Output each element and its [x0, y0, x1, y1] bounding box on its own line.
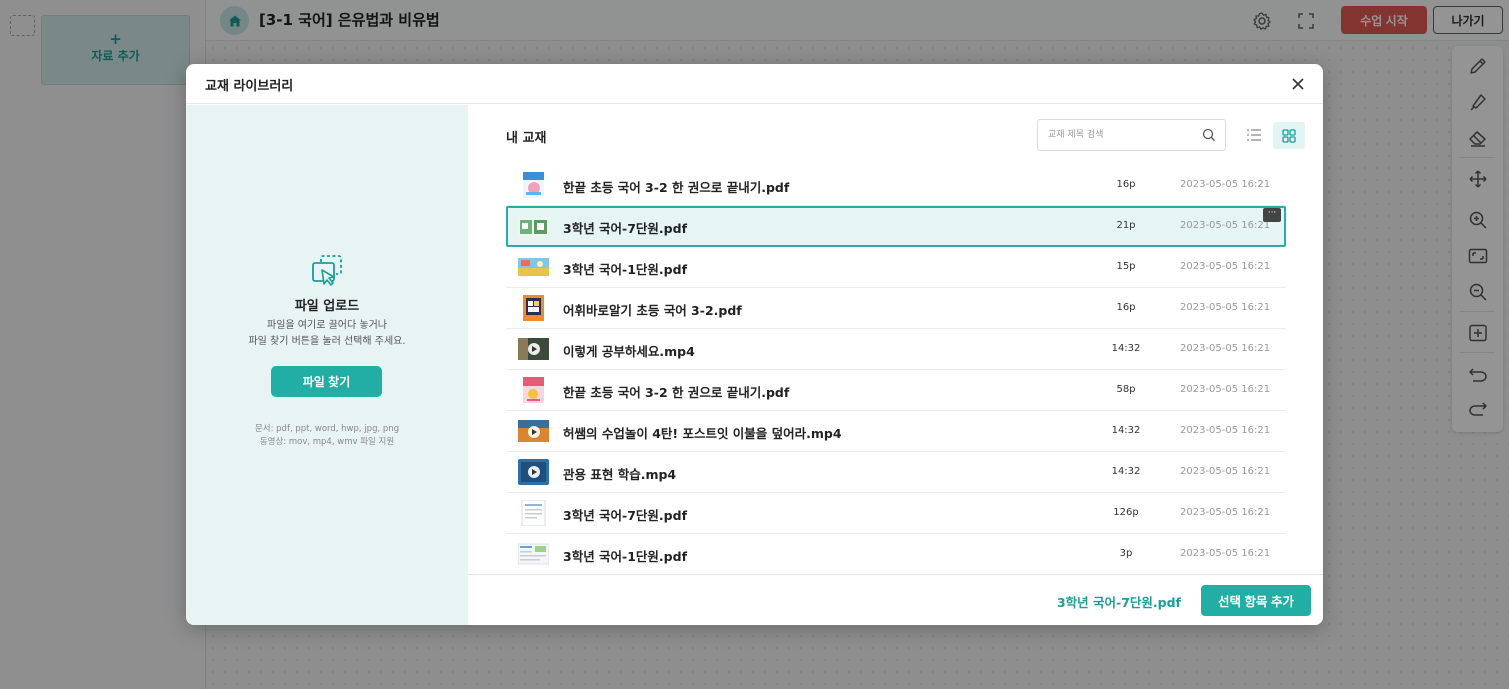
file-length: 21p — [1116, 220, 1136, 231]
selected-file-name: 3학년 국어-7단원.pdf — [1056, 595, 1181, 610]
file-row[interactable]: 허쌤의 수업놀이 4탄! 포스트잇 이불을 덮어라.mp4 14:32 2023-0… — [506, 411, 1286, 452]
file-row[interactable]: 관용 표현 학습.mp4 14:32 2023-05-05 16:21 — [506, 452, 1286, 493]
file-thumbnail — [518, 336, 549, 362]
file-row[interactable]: 이렇게 공부하세요.mp4 14:32 2023-05-05 16:21 — [506, 329, 1286, 370]
file-name: 한끝 초등 국어 3-2 한 권으로 끝내기.pdf — [563, 385, 790, 400]
upload-drop-icon — [312, 255, 342, 286]
section-title: 내 교재 — [506, 131, 547, 146]
list-view-icon — [1247, 129, 1261, 141]
file-length: 15p — [1116, 261, 1136, 272]
upload-desc-line: 파일을 여기로 끌어다 놓거나 — [267, 320, 387, 331]
close-icon — [1292, 78, 1304, 90]
file-thumbnail — [518, 172, 549, 198]
file-date: 2023-05-05 16:21 — [1180, 261, 1271, 272]
upload-dropzone[interactable]: 파일 업로드 파일을 여기로 끌어다 놓거나 파일 찾기 버튼을 눌러 선택해 … — [186, 105, 468, 625]
file-name: 3학년 국어-7단원.pdf — [563, 221, 688, 236]
file-name: 3학년 국어-1단원.pdf — [563, 549, 688, 564]
upload-title: 파일 업로드 — [294, 299, 360, 314]
file-date: 2023-05-05 16:21 — [1180, 179, 1271, 190]
search-box — [1037, 119, 1226, 151]
add-selected-button[interactable]: 선택 항목 추가 — [1201, 585, 1311, 616]
list-view-toggle[interactable] — [1245, 126, 1263, 144]
file-thumbnail — [518, 500, 549, 526]
file-length: 126p — [1113, 507, 1139, 518]
grid-view-icon — [1282, 128, 1296, 143]
file-length: 16p — [1116, 179, 1136, 190]
file-row[interactable]: 3학년 국어-1단원.pdf 3p 2023-05-05 16:21 — [506, 534, 1286, 575]
file-thumbnail — [518, 295, 549, 321]
file-name: 어휘바로알기 초등 국어 3-2.pdf — [563, 303, 742, 318]
library-list-pane: 내 교재 한끝 초등 국어 3-2 한 권으로 끝내기.pdf 16p 2023-0… — [468, 105, 1323, 575]
file-name: 허쌤의 수업놀이 4탄! 포스트잇 이불을 덮어라.mp4 — [563, 426, 842, 441]
formats-line: 문서: pdf, ppt, word, hwp, jpg, png — [254, 424, 400, 434]
file-name: 3학년 국어-1단원.pdf — [563, 262, 688, 277]
more-options-button[interactable]: ··· — [1263, 208, 1281, 222]
file-thumbnail — [518, 254, 549, 280]
file-date: 2023-05-05 16:21 — [1180, 425, 1271, 436]
file-thumbnail — [518, 214, 549, 240]
supported-formats: 문서: pdf, ppt, word, hwp, jpg, png 동영상: m… — [186, 423, 468, 449]
browse-files-button[interactable]: 파일 찾기 — [271, 366, 382, 397]
file-length: 58p — [1116, 384, 1136, 395]
file-row[interactable]: 3학년 국어-1단원.pdf 15p 2023-05-05 16:21 — [506, 247, 1286, 288]
file-date: 2023-05-05 16:21 — [1180, 466, 1271, 477]
file-thumbnail — [518, 541, 549, 567]
file-date: 2023-05-05 16:21 — [1180, 507, 1271, 518]
file-name: 3학년 국어-7단원.pdf — [563, 508, 688, 523]
file-name: 한끝 초등 국어 3-2 한 권으로 끝내기.pdf — [563, 180, 790, 195]
modal-title: 교재 라이브러리 — [205, 79, 294, 94]
file-row[interactable]: 3학년 국어-7단원.pdf 21p 2023-05-05 16:21 ··· — [506, 206, 1286, 247]
file-length: 14:32 — [1111, 466, 1141, 477]
file-row[interactable]: 어휘바로알기 초등 국어 3-2.pdf 16p 2023-05-05 16:21 — [506, 288, 1286, 329]
file-row[interactable]: 한끝 초등 국어 3-2 한 권으로 끝내기.pdf 16p 2023-05-05 … — [506, 165, 1286, 206]
file-name: 이렇게 공부하세요.mp4 — [563, 344, 695, 359]
file-date: 2023-05-05 16:21 — [1180, 302, 1271, 313]
file-length: 3p — [1119, 548, 1133, 559]
file-length: 14:32 — [1111, 425, 1141, 436]
formats-line: 동영상: mov, mp4, wmv 파일 지원 — [259, 437, 395, 447]
modal-footer: 3학년 국어-7단원.pdf 선택 항목 추가 — [468, 574, 1323, 625]
file-list: 한끝 초등 국어 3-2 한 권으로 끝내기.pdf 16p 2023-05-05 … — [506, 165, 1286, 575]
library-modal: 교재 라이브러리 파일 업로드 파일을 여기로 끌어다 놓거나 파일 찾기 버튼… — [186, 64, 1323, 625]
file-thumbnail — [518, 459, 549, 485]
upload-desc-line: 파일 찾기 버튼을 눌러 선택해 주세요. — [248, 336, 406, 347]
file-thumbnail — [518, 377, 549, 403]
file-row[interactable]: 한끝 초등 국어 3-2 한 권으로 끝내기.pdf 58p 2023-05-05 … — [506, 370, 1286, 411]
file-date: 2023-05-05 16:21 — [1180, 343, 1271, 354]
file-length: 14:32 — [1111, 343, 1141, 354]
file-date: 2023-05-05 16:21 — [1180, 548, 1271, 559]
grid-view-toggle[interactable] — [1273, 122, 1305, 149]
file-name: 관용 표현 학습.mp4 — [563, 467, 677, 482]
file-thumbnail — [518, 418, 549, 444]
search-input[interactable] — [1048, 120, 1198, 150]
close-button[interactable] — [1289, 75, 1307, 93]
modal-header: 교재 라이브러리 — [186, 64, 1323, 104]
search-icon[interactable] — [1202, 128, 1216, 142]
file-date: 2023-05-05 16:21 — [1180, 220, 1271, 231]
upload-description: 파일을 여기로 끌어다 놓거나 파일 찾기 버튼을 눌러 선택해 주세요. — [186, 318, 468, 350]
file-length: 16p — [1116, 302, 1136, 313]
file-date: 2023-05-05 16:21 — [1180, 384, 1271, 395]
file-row[interactable]: 3학년 국어-7단원.pdf 126p 2023-05-05 16:21 — [506, 493, 1286, 534]
